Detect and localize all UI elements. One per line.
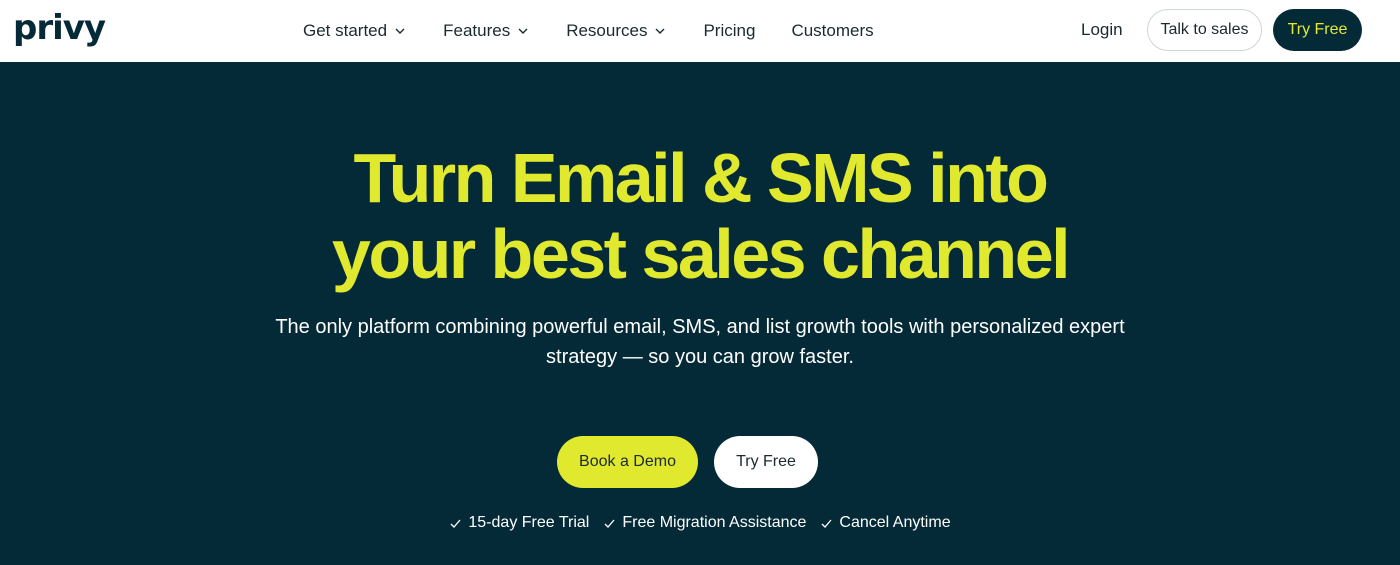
nav-item-get-started[interactable]: Get started	[303, 11, 407, 51]
hero-headline-line: your best sales channel	[331, 215, 1071, 293]
hero-headline-line: Turn Email & SMS into	[353, 139, 1049, 217]
chevron-down-icon	[653, 24, 667, 38]
hero-subtext-line: strategy — so you can grow faster.	[546, 346, 854, 368]
perk-item: Cancel Anytime	[820, 512, 951, 534]
nav-item-features[interactable]: Features	[443, 11, 530, 51]
book-demo-button[interactable]: Book a Demo	[557, 436, 698, 488]
login-link[interactable]: Login	[1081, 19, 1123, 41]
hero-subtext: The only platform combining powerful ema…	[240, 312, 1160, 372]
talk-to-sales-button[interactable]: Talk to sales	[1147, 9, 1262, 51]
nav-item-label: Pricing	[703, 21, 756, 40]
check-icon	[449, 517, 462, 530]
nav-item-pricing[interactable]: Pricing	[703, 11, 755, 51]
perk-label: Cancel Anytime	[839, 514, 951, 531]
nav-item-customers[interactable]: Customers	[791, 11, 873, 51]
hero-headline: Turn Email & SMS into your best sales ch…	[0, 140, 1400, 292]
site-header: privy Get started Features Resources Pri…	[0, 0, 1400, 62]
chevron-down-icon	[393, 24, 407, 38]
hero-subtext-line: The only platform combining powerful ema…	[275, 316, 1125, 338]
perk-item: 15-day Free Trial	[449, 512, 589, 534]
check-icon	[820, 517, 833, 530]
nav-item-resources[interactable]: Resources	[566, 11, 667, 51]
try-free-header-button[interactable]: Try Free	[1273, 9, 1362, 51]
nav-item-label: Features	[443, 21, 511, 40]
privy-logo[interactable]: privy	[13, 6, 106, 50]
try-free-button[interactable]: Try Free	[714, 436, 818, 488]
nav-item-label: Resources	[566, 21, 648, 40]
perk-label: 15-day Free Trial	[468, 514, 590, 531]
perks-list: 15-day Free Trial Free Migration Assista…	[0, 512, 1400, 534]
chevron-down-icon	[516, 24, 530, 38]
check-icon	[603, 517, 616, 530]
main-nav: Get started Features Resources Pricing C…	[303, 0, 910, 62]
nav-item-label: Get started	[303, 21, 388, 40]
perk-label: Free Migration Assistance	[622, 514, 807, 531]
nav-item-label: Customers	[791, 21, 874, 40]
perk-item: Free Migration Assistance	[603, 512, 806, 534]
hero-section: Turn Email & SMS into your best sales ch…	[0, 62, 1400, 565]
